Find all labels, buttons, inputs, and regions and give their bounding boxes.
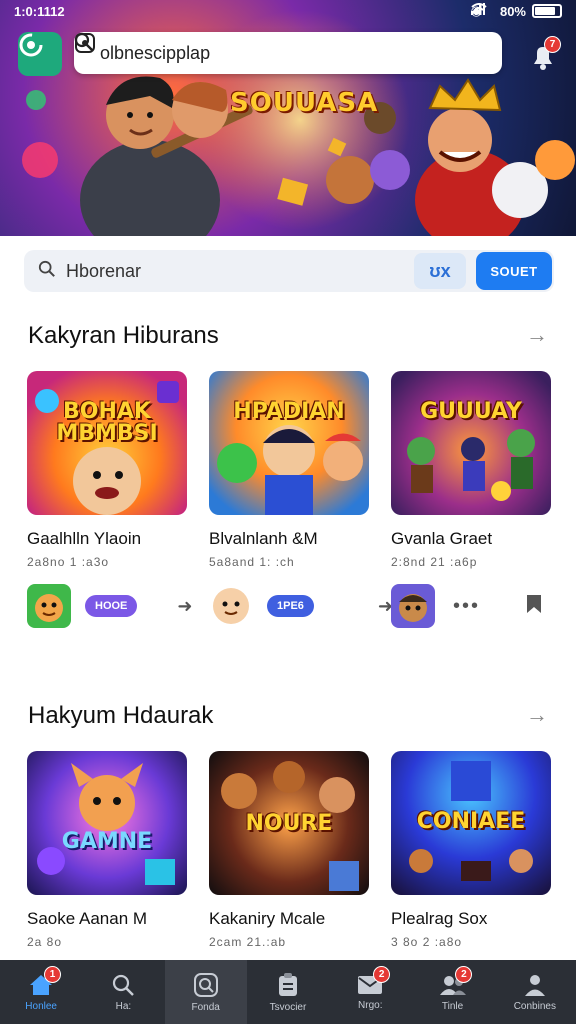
game-card[interactable]: GUUUAY Gvanla Graet 2:8nd 21 :a6p <box>391 371 551 569</box>
game-meta: 5a8and 1: :ch <box>209 555 295 569</box>
bottom-navigation: Honlee 1 Ha: Fonda Tsvocier Nrgo: 2 Tinl… <box>0 960 576 1024</box>
nav-badge: 2 <box>373 966 391 983</box>
tag-pill[interactable]: 1PE6 <box>267 595 314 617</box>
game-meta: 3 8o 2 :a8o <box>391 935 463 949</box>
game-card[interactable]: GAMNE Saoke Aanan M 2a 8o <box>27 751 187 949</box>
battery-percent: 80% <box>499 3 526 19</box>
top-search-bar[interactable]: olbnescipplap <box>74 32 502 74</box>
lens-icon <box>193 972 218 997</box>
notification-button[interactable]: 7 <box>524 36 564 72</box>
nav-find[interactable]: Fonda <box>164 960 247 1024</box>
nav-badge: 2 <box>455 966 473 983</box>
nav-messages[interactable]: Nrgo: 2 <box>329 960 411 1024</box>
game-title: Gaalhlln Ylaoin <box>27 529 142 548</box>
content-search-input[interactable]: Hborenar <box>66 261 414 282</box>
nav-profile[interactable]: Conbines <box>494 960 576 1024</box>
nav-home[interactable]: Honlee 1 <box>0 960 82 1024</box>
refresh-logo-icon <box>19 33 43 57</box>
clear-button[interactable]: ʊx <box>414 253 466 289</box>
game-meta: 2a 8o <box>27 935 63 949</box>
notification-badge: 7 <box>544 36 561 53</box>
game-thumbnail: GUUUAY <box>391 371 551 515</box>
game-icon[interactable] <box>391 584 435 628</box>
nav-label: Tsvocier <box>269 1001 307 1013</box>
forward-arrow-icon[interactable]: ➜ <box>177 596 192 617</box>
nav-search[interactable]: Ha: <box>82 960 164 1024</box>
game-title: Kakaniry Mcale <box>209 909 326 928</box>
hero-banner[interactable]: 1:0:1112 ◉ 80% olbne <box>0 0 576 236</box>
section-title: Kakyran Hiburans <box>28 322 219 349</box>
game-thumbnail: BOHAK MBMBSI <box>27 371 187 515</box>
game-meta: 2a8no 1 :a3o <box>27 555 110 569</box>
section-more-arrow-icon[interactable]: → <box>526 702 548 728</box>
game-art-title: GAMNE <box>61 829 153 854</box>
game-card[interactable]: BOHAK MBMBSI Gaalhlln Ylaoin 2a8no 1 :a3… <box>27 371 187 569</box>
game-icon[interactable] <box>27 584 71 628</box>
game-thumbnail: NOURE <box>209 751 369 895</box>
game-art-title: HPADIAN <box>233 399 345 424</box>
tag-pill[interactable]: HOOE <box>85 595 138 617</box>
nav-badge: 1 <box>44 966 61 983</box>
clipboard-icon <box>278 972 297 996</box>
section-more-arrow-icon[interactable]: → <box>526 322 548 348</box>
search-icon <box>113 974 135 996</box>
app-logo-button[interactable] <box>18 32 62 76</box>
nav-label: Honlee <box>25 1000 57 1012</box>
game-card[interactable]: HPADIAN Blvalnlanh &M 5a8and 1: :ch <box>209 371 369 569</box>
game-art-title: NOURE <box>245 811 333 836</box>
app-screen: 1:0:1112 ◉ 80% olbne <box>0 0 576 1024</box>
game-title: Blvalnlanh &M <box>209 529 318 548</box>
content-search-bar[interactable]: Hborenar ʊx SOUET <box>24 250 554 292</box>
game-title: Saoke Aanan M <box>27 909 148 928</box>
nav-label: Tinle <box>441 1000 464 1012</box>
section-title: Hakyum Hdaurak <box>28 702 214 729</box>
game-thumbnail: HPADIAN <box>209 371 369 515</box>
status-bar: 1:0:1112 ◉ 80% <box>0 0 576 24</box>
hero-title: SOUUASA <box>230 88 379 118</box>
game-title: Gvanla Graet <box>391 529 493 548</box>
game-art-title: GUUUAY <box>420 399 522 424</box>
status-icons: ◉ 80% <box>470 3 562 19</box>
person-icon <box>524 974 545 996</box>
game-thumbnail: CONIAEE <box>391 751 551 895</box>
game-icon[interactable] <box>209 584 253 628</box>
search-submit-button[interactable]: SOUET <box>476 252 552 290</box>
nav-label: Ha: <box>115 1000 132 1012</box>
game-title: Plealrag Sox <box>391 909 488 928</box>
nav-label: Fonda <box>191 1001 220 1013</box>
nav-label: Conbines <box>513 1000 556 1012</box>
game-card[interactable]: CONIAEE Plealrag Sox 3 8o 2 :a8o <box>391 751 551 949</box>
game-meta: 2cam 21.:ab <box>209 935 287 949</box>
nav-label: Nrgo: <box>358 999 383 1011</box>
nav-friends[interactable]: Tinle 2 <box>411 960 493 1024</box>
battery-icon <box>532 4 562 18</box>
more-options-icon[interactable]: ••• <box>453 595 480 618</box>
bookmark-icon[interactable] <box>526 594 542 619</box>
game-art-title: BOHAK MBMBSI <box>56 399 158 446</box>
nav-favorites[interactable]: Tsvocier <box>247 960 329 1024</box>
status-time: 1:0:1112 <box>14 4 65 19</box>
game-card[interactable]: NOURE Kakaniry Mcale 2cam 21.:ab <box>209 751 369 949</box>
top-search-input[interactable]: olbnescipplap <box>100 43 488 64</box>
card-actions: HOOE ➜ <box>27 584 193 628</box>
game-thumbnail: GAMNE <box>27 751 187 895</box>
game-meta: 2:8nd 21 :a6p <box>391 555 478 569</box>
search-icon <box>38 260 56 283</box>
card-actions: ••• <box>391 584 542 628</box>
card-actions: 1PE6 ➜ <box>209 584 393 628</box>
game-art-title: CONIAEE <box>416 809 526 834</box>
